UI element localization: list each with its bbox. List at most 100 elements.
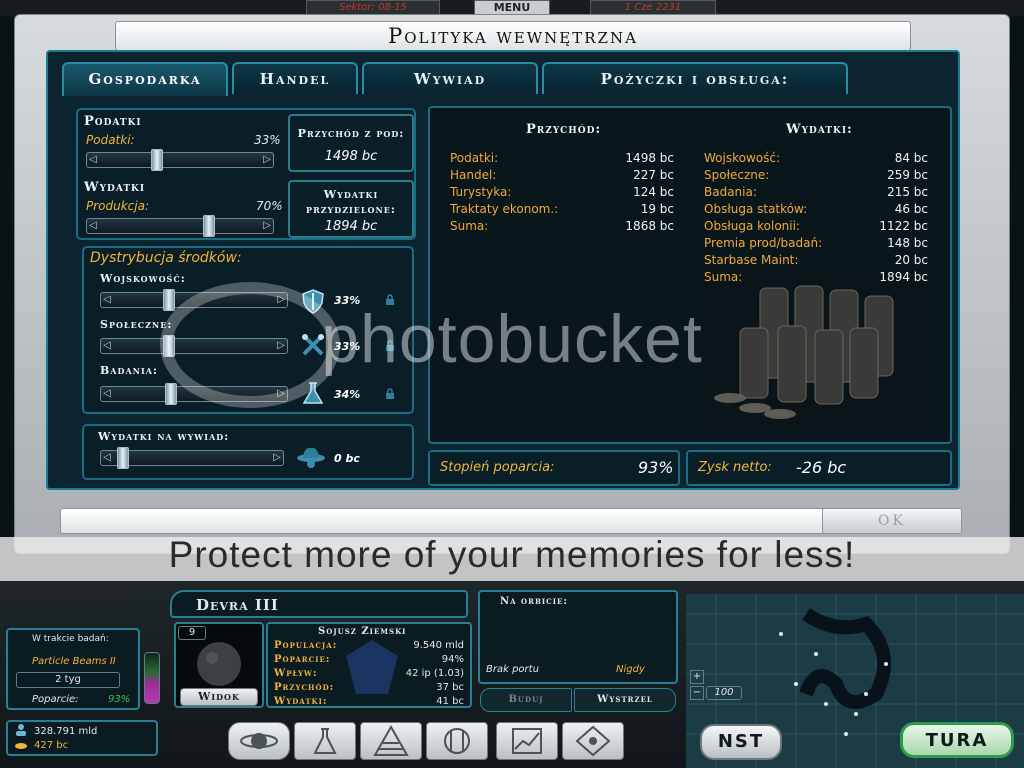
faction-name: Sojusz Ziemski bbox=[318, 626, 407, 637]
coins-icon bbox=[15, 743, 27, 749]
tab-economy[interactable]: Gospodarka bbox=[62, 62, 228, 96]
research-time: 2 tyg bbox=[16, 672, 120, 688]
tab-loans[interactable]: Pożyczki i obsługa: bbox=[542, 62, 848, 94]
income-row-total: Suma: 1868 bc bbox=[450, 219, 674, 233]
person-icon bbox=[16, 724, 26, 736]
arrow-left-icon[interactable]: ◁ bbox=[101, 451, 113, 465]
menu-button[interactable]: MENU bbox=[474, 0, 550, 15]
taxes-slider[interactable]: ◁ ▷ bbox=[86, 149, 274, 171]
orbit-icon bbox=[240, 733, 278, 749]
planet-name[interactable]: Devra III bbox=[196, 596, 279, 614]
diplomacy-button[interactable] bbox=[562, 722, 624, 760]
spy-hat-icon bbox=[297, 447, 325, 468]
tab-intel[interactable]: Wywiad bbox=[362, 62, 538, 94]
income-row-treaties: Traktaty ekonom.: 19 bc bbox=[450, 202, 674, 216]
expense-row: Wojskowość: 84 bc bbox=[704, 151, 928, 165]
distribution-title: Dystrybucja środków: bbox=[90, 250, 242, 266]
income-row-taxes: Podatki: 1498 bc bbox=[450, 151, 674, 165]
tax-income-box: Przychód z pod: 1498 bc bbox=[288, 114, 414, 172]
expense-row-total: Suma: 1894 bc bbox=[704, 270, 928, 284]
expense-row: Społeczne: 259 bc bbox=[704, 168, 928, 182]
taxes-slider-thumb[interactable] bbox=[151, 149, 163, 171]
statistics-button[interactable] bbox=[496, 722, 558, 760]
sector-indicator: Sektor: 08-15 bbox=[306, 0, 440, 15]
intel-slider[interactable]: ◁ ▷ bbox=[100, 447, 284, 469]
planet-image bbox=[197, 642, 241, 686]
treasury: 427 bc bbox=[34, 740, 69, 751]
hud-support-label: Poparcie: bbox=[32, 694, 79, 705]
diplomacy-icon bbox=[575, 725, 611, 757]
zoom-level: 100 bbox=[706, 686, 742, 700]
net-profit-label: Zysk netto: bbox=[698, 460, 772, 475]
taxes-slider-label: Podatki: bbox=[86, 133, 135, 147]
hud-support-value: 93% bbox=[108, 694, 131, 705]
orbit-title: Na orbicie: bbox=[500, 596, 569, 607]
expense-row: Obsługa kolonii: 1122 bc bbox=[704, 219, 928, 233]
zoom-in-button[interactable]: + bbox=[690, 670, 704, 684]
arrow-right-icon[interactable]: ▷ bbox=[261, 153, 273, 167]
production-slider-thumb[interactable] bbox=[203, 215, 215, 237]
allocated-value: 1894 bc bbox=[324, 219, 378, 234]
expense-row: Badania: 215 bc bbox=[704, 185, 928, 199]
research-progress-bar bbox=[144, 652, 160, 704]
nst-button[interactable]: NST bbox=[700, 724, 782, 760]
research-item[interactable]: Particle Beams II bbox=[32, 656, 116, 667]
production-percent: 70% bbox=[256, 199, 283, 213]
taxes-header: Podatki bbox=[84, 114, 142, 129]
taxes-percent: 33% bbox=[254, 133, 281, 147]
population-total: 328.791 mld bbox=[34, 726, 98, 737]
spending-header: Wydatki bbox=[84, 180, 146, 195]
production-slider-label: Produkcja: bbox=[86, 199, 150, 213]
flask-icon bbox=[313, 728, 337, 754]
support-label: Stopień poparcia: bbox=[440, 460, 555, 475]
lock-icon[interactable] bbox=[384, 388, 396, 400]
expense-header: Wydatki: bbox=[786, 122, 853, 137]
policy-button[interactable] bbox=[360, 722, 422, 760]
expense-row: Premia prod/badań: 148 bc bbox=[704, 236, 928, 250]
net-profit-box: Zysk netto: -26 bc bbox=[686, 450, 952, 486]
income-header: Przychód: bbox=[526, 122, 602, 137]
tax-income-title: Przychód z pod: bbox=[297, 127, 405, 140]
research-slider-thumb[interactable] bbox=[165, 383, 177, 405]
arrow-right-icon[interactable]: ▷ bbox=[261, 219, 273, 233]
intel-spending-value: 0 bc bbox=[334, 452, 360, 465]
intel-slider-thumb[interactable] bbox=[117, 447, 129, 469]
port-value: Nigdy bbox=[616, 664, 645, 675]
intel-spending-label: Wydatki na wywiad: bbox=[98, 430, 230, 443]
launch-button[interactable]: Wystrzel bbox=[574, 688, 676, 712]
photobucket-watermark: photobucket bbox=[321, 301, 703, 377]
arrow-left-icon[interactable]: ◁ bbox=[87, 219, 99, 233]
planet-icon bbox=[444, 728, 470, 754]
view-button[interactable]: Widok bbox=[180, 688, 258, 706]
planets-button[interactable] bbox=[426, 722, 488, 760]
allocated-spending-box: Wydatki przydzielone: 1894 bc bbox=[288, 180, 414, 238]
arrow-left-icon[interactable]: ◁ bbox=[87, 153, 99, 167]
research-title: W trakcie badań: bbox=[32, 634, 109, 644]
allocated-title-line2: przydzielone: bbox=[306, 203, 396, 216]
ok-button[interactable]: OK bbox=[822, 508, 962, 534]
military-label: Wojskowość: bbox=[100, 272, 186, 285]
expense-row: Starbase Maint: 20 bc bbox=[704, 253, 928, 267]
planet-size: 9 bbox=[178, 626, 206, 640]
watermark-tagline: Protect more of your memories for less! bbox=[168, 534, 856, 575]
support-value: 93% bbox=[638, 458, 674, 477]
tab-trade[interactable]: Handel bbox=[232, 62, 358, 94]
empire-button[interactable] bbox=[228, 722, 290, 760]
income-row-trade: Handel: 227 bc bbox=[450, 168, 674, 182]
arrow-right-icon[interactable]: ▷ bbox=[271, 451, 283, 465]
support-box: Stopień poparcia: 93% bbox=[428, 450, 680, 486]
production-slider[interactable]: ◁ ▷ bbox=[86, 215, 274, 237]
research-percent: 34% bbox=[334, 388, 361, 401]
end-turn-button[interactable]: TURA bbox=[900, 722, 1014, 758]
zoom-out-button[interactable]: − bbox=[690, 686, 704, 700]
income-row-tourism: Turystyka: 124 bc bbox=[450, 185, 674, 199]
expense-row: Obsługa statków: 46 bc bbox=[704, 202, 928, 216]
dialog-title: Polityka wewnętrzna bbox=[115, 21, 911, 51]
arrow-left-icon[interactable]: ◁ bbox=[101, 387, 113, 401]
port-label: Brak portu bbox=[486, 664, 539, 675]
pyramid-icon bbox=[373, 724, 409, 756]
build-button[interactable]: Buduj bbox=[480, 688, 572, 712]
research-button[interactable] bbox=[294, 722, 356, 760]
date-indicator: 1 Cze 2231 bbox=[590, 0, 716, 15]
chart-icon bbox=[512, 728, 542, 754]
